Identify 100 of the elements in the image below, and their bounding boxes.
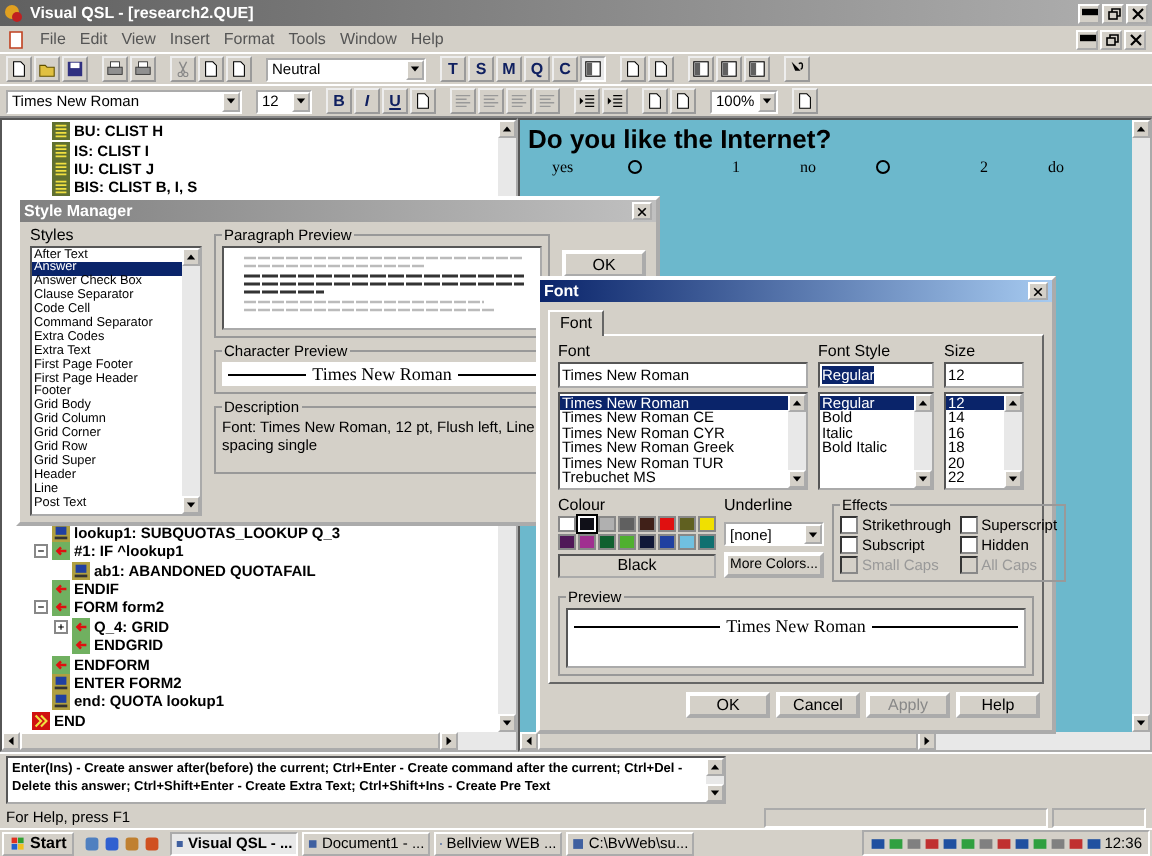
colour-swatch[interactable] [638,534,656,550]
vertical-scrollbar[interactable] [1004,394,1022,488]
character-preview-text: Times New Roman [312,364,452,384]
colour-swatch[interactable] [598,516,616,532]
close-button[interactable] [632,202,652,220]
list-icon [52,122,70,141]
format-button[interactable]: I [354,88,380,114]
menu-item[interactable]: File [40,30,66,48]
minimize-button[interactable] [1078,3,1100,23]
vertical-scrollbar[interactable] [182,248,200,514]
list-icon [52,178,70,197]
align-center-icon [482,92,500,110]
toolbar-button[interactable] [648,56,674,82]
minus-icon [36,602,46,613]
expand-toggle[interactable] [54,619,68,634]
menu-item[interactable]: Edit [79,30,108,48]
colour-swatch[interactable] [658,534,676,550]
indent-icon [578,92,596,110]
close-button[interactable] [1124,29,1146,49]
vertical-scrollbar[interactable] [706,758,724,802]
collapse-toggle[interactable] [34,544,48,559]
styles-list[interactable] [30,246,202,516]
minimize-button[interactable] [1076,29,1098,49]
toolbar-button[interactable] [688,56,714,82]
colour-swatch[interactable] [558,534,576,550]
colour-swatch[interactable] [658,516,676,532]
toolbar-button[interactable] [784,56,810,82]
restore-button[interactable] [1100,29,1122,49]
close-button[interactable] [1126,3,1148,23]
dialog-button[interactable]: Cancel [776,692,860,718]
up-arrow-icon [710,762,720,772]
toolbar-button[interactable] [198,56,224,82]
toolbar-button[interactable] [102,56,128,82]
arrow-icon [72,617,90,636]
format-button[interactable]: B [326,88,352,114]
toolbar-button[interactable] [744,56,770,82]
right-arrow-icon [922,736,932,746]
collapse-toggle[interactable] [34,600,48,615]
vertical-scrollbar[interactable] [914,394,932,488]
toolbar-button[interactable] [574,88,600,114]
dialog-title: Style Manager [24,202,133,220]
dialog-button[interactable]: Help [956,692,1040,718]
colour-swatch[interactable] [578,534,596,550]
down-arrow-icon [410,64,420,74]
toolbar-button[interactable] [792,88,818,114]
styles-label: Styles [30,226,76,244]
toolbar-button[interactable] [716,56,742,82]
tab[interactable]: Font [548,310,605,336]
menu-item[interactable]: View [121,30,156,48]
toolbar-button[interactable] [620,56,646,82]
colour-swatch[interactable] [698,534,716,550]
restore-button[interactable] [1102,3,1124,23]
menu-item[interactable]: Insert [169,30,210,48]
mode-button[interactable]: T [440,56,466,82]
list-icon [52,141,70,160]
format-button[interactable]: U [382,88,408,114]
answer-label: do [1048,158,1066,176]
menu-item[interactable]: Window [339,30,397,48]
up-arrow-icon [186,252,196,262]
colour-swatch[interactable] [638,516,656,532]
colour-swatch[interactable] [698,516,716,532]
toolbar-button[interactable] [130,56,156,82]
colour-swatch[interactable] [678,516,696,532]
menu-item[interactable]: Format [223,30,275,48]
colour-swatch[interactable] [618,516,636,532]
vertical-scrollbar[interactable] [788,394,806,488]
mode-button[interactable]: S [468,56,494,82]
mode-button[interactable]: M [496,56,522,82]
horizontal-scrollbar[interactable] [520,732,1150,750]
toolbar-button[interactable] [602,88,628,114]
close-button[interactable] [1028,282,1048,300]
toolbar-button[interactable] [226,56,252,82]
field-label: Font [558,342,593,360]
colour-swatch[interactable] [598,534,616,550]
menu-item[interactable]: Tools [288,30,326,48]
print-preview-icon [106,60,124,78]
toolbar-button[interactable] [410,88,436,114]
menu-item[interactable]: Help [410,30,444,48]
vertical-scrollbar[interactable] [1132,120,1150,732]
toolbar-button[interactable] [62,56,88,82]
radio-button[interactable] [628,160,642,174]
mode-button[interactable]: Q [524,56,550,82]
horizontal-scrollbar[interactable] [2,732,516,750]
minus-icon [36,546,46,557]
colour-swatch[interactable] [618,534,636,550]
toolbar-button[interactable] [670,88,696,114]
colour-swatch[interactable] [678,534,696,550]
down-arrow-icon [762,96,772,106]
toolbar-button[interactable] [6,56,32,82]
toolbar-button[interactable] [642,88,668,114]
start-button[interactable]: Start [2,831,75,855]
window-icon [572,835,585,851]
mode-button[interactable]: C [552,56,578,82]
up-arrow-icon [1008,398,1018,408]
answer-code: 1 [732,158,742,176]
ok-button[interactable]: OK [562,250,646,278]
radio-button[interactable] [876,160,890,174]
dialog-button[interactable]: OK [686,692,770,718]
colour-swatch[interactable] [558,516,576,532]
computer-icon [52,674,70,693]
